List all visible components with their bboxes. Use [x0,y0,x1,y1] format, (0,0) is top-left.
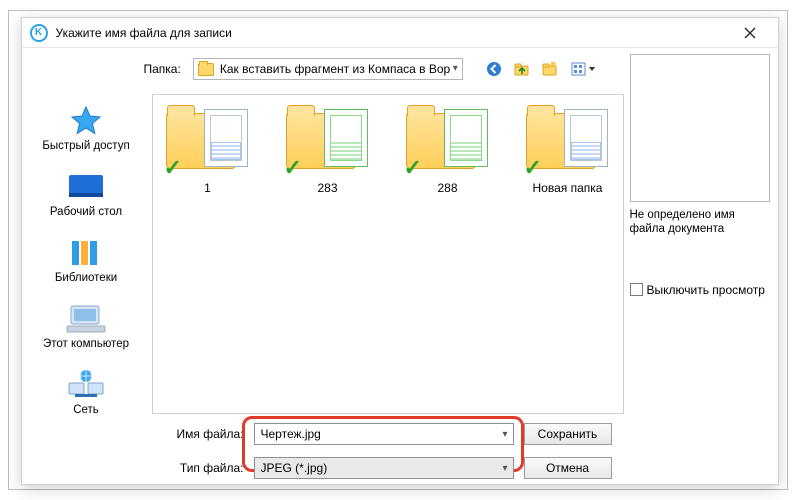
preview-message: Не определено имя файла документа [630,208,770,237]
place-label: Библиотеки [55,272,117,284]
chevron-down-icon: ▾ [502,429,507,440]
place-libraries[interactable]: Библиотеки [31,232,141,288]
folder-icon [198,63,214,76]
preview-panel: Не определено имя файла документа Выключ… [630,48,780,484]
place-label: Этот компьютер [43,338,129,350]
save-dialog: K Укажите имя файла для записи Папка: Ка… [21,17,779,485]
location-row: Папка: Как вставить фрагмент из Компаса … [22,48,630,90]
quick-access-icon [69,105,103,137]
place-label: Сеть [73,404,99,416]
new-folder-icon [542,61,558,77]
save-button[interactable]: Сохранить [524,423,612,445]
app-icon: K [30,24,48,42]
desktop-icon [67,172,105,202]
filetype-select[interactable]: JPEG (*.jpg) ▾ [254,457,514,479]
place-network[interactable]: Сеть [31,364,141,420]
folder-label: Папка: [144,62,181,76]
check-icon: ✓ [524,155,542,181]
preview-box [630,54,770,202]
network-icon [66,369,106,401]
folder-thumbnail: ✓ [404,107,492,179]
nav-back-button[interactable] [483,58,505,80]
check-icon: ✓ [284,155,302,181]
filetype-label: Тип файла: [158,461,244,475]
filename-label: Имя файла: [158,427,244,441]
folder-name: 288 [437,181,457,195]
dialog-title: Укажите имя файла для записи [56,26,728,40]
filetype-value: JPEG (*.jpg) [261,461,328,475]
nav-up-button[interactable] [511,58,533,80]
close-icon [744,27,756,39]
title-bar: K Укажите имя файла для записи [22,18,778,48]
close-button[interactable] [728,20,772,46]
chevron-down-icon: ▾ [502,463,507,474]
back-icon [486,61,502,77]
disable-preview-checkbox[interactable] [630,283,643,296]
place-quick-access[interactable]: Быстрый доступ [31,100,141,156]
place-computer[interactable]: Этот компьютер [31,298,141,354]
folder-thumbnail: ✓ [164,107,252,179]
folder-item[interactable]: ✓ Новая папка [521,107,615,195]
folder-name: Новая папка [533,181,603,195]
chevron-down-icon: ▾ [453,63,458,74]
folder-select[interactable]: Как вставить фрагмент из Компаса в Вор ▾ [193,58,463,80]
up-icon [514,61,530,77]
folder-name: 283 [317,181,337,195]
places-bar: Быстрый доступ Рабочий стол Библиотеки Э… [22,90,152,484]
folder-name: 1 [204,181,211,195]
filename-input[interactable]: Чертеж.jpg ▾ [254,423,514,445]
folder-item[interactable]: ✓ 288 [401,107,495,195]
outer-frame: K Укажите имя файла для записи Папка: Ка… [8,10,788,490]
folder-item[interactable]: ✓ 1 [161,107,255,195]
place-label: Рабочий стол [50,206,122,218]
folder-thumbnail: ✓ [284,107,372,179]
file-list[interactable]: ✓ 1 ✓ 283 ✓ 288 [152,94,624,414]
check-icon: ✓ [404,155,422,181]
computer-icon [65,303,107,335]
folder-item[interactable]: ✓ 283 [281,107,375,195]
cancel-button[interactable]: Отмена [524,457,612,479]
new-folder-button[interactable] [539,58,561,80]
folder-thumbnail: ✓ [524,107,612,179]
place-desktop[interactable]: Рабочий стол [31,166,141,222]
disable-preview-row[interactable]: Выключить просмотр [630,283,770,297]
check-icon: ✓ [164,155,182,181]
disable-preview-label: Выключить просмотр [647,283,765,297]
libraries-icon [68,238,104,268]
views-icon [571,61,597,77]
place-label: Быстрый доступ [42,140,129,152]
folder-value: Как вставить фрагмент из Компаса в Вор [220,62,450,76]
bottom-controls: Имя файла: Чертеж.jpg ▾ Сохранить Тип фа… [152,414,630,484]
filename-value: Чертеж.jpg [261,427,321,441]
views-button[interactable] [567,58,601,80]
